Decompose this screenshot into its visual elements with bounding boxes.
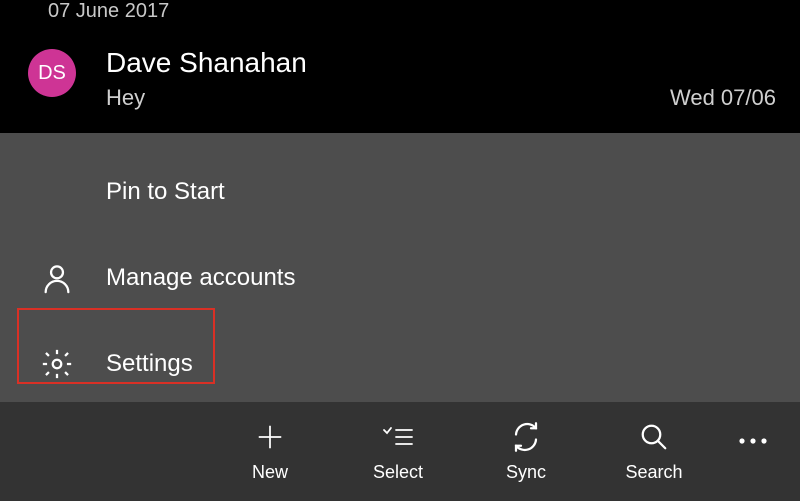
bottom-bar: New Select Sync <box>0 402 800 501</box>
date-header: 07 June 2017 <box>0 0 800 33</box>
gear-icon <box>36 343 78 385</box>
menu-manage-accounts[interactable]: Manage accounts <box>0 235 800 321</box>
sync-button[interactable]: Sync <box>462 402 590 501</box>
menu-label: Pin to Start <box>106 178 225 206</box>
message-subject: Hey <box>106 85 145 111</box>
person-icon <box>36 257 78 299</box>
menu-label: Manage accounts <box>106 264 295 292</box>
new-button[interactable]: New <box>206 402 334 501</box>
menu-label: Settings <box>106 350 193 378</box>
pin-icon <box>36 171 78 213</box>
bar-label: Sync <box>506 462 546 483</box>
search-icon <box>637 420 671 454</box>
sync-icon <box>509 420 543 454</box>
avatar: DS <box>28 49 76 97</box>
select-icon <box>381 420 415 454</box>
more-button[interactable] <box>718 402 788 501</box>
context-menu: Pin to Start [data-name="pin-icon"] svg … <box>0 133 800 402</box>
message-row[interactable]: DS Dave Shanahan Hey Wed 07/06 <box>0 33 800 133</box>
more-icon <box>737 436 769 446</box>
message-sender: Dave Shanahan <box>106 47 307 79</box>
bar-label: Search <box>625 462 682 483</box>
bar-label: New <box>252 462 288 483</box>
message-date: Wed 07/06 <box>670 85 776 111</box>
menu-settings[interactable]: Settings <box>0 321 800 407</box>
message-body: Dave Shanahan Hey Wed 07/06 <box>106 47 776 111</box>
bar-label: Select <box>373 462 423 483</box>
select-button[interactable]: Select <box>334 402 462 501</box>
search-button[interactable]: Search <box>590 402 718 501</box>
menu-pin-to-start[interactable]: Pin to Start <box>0 149 800 235</box>
plus-icon <box>253 420 287 454</box>
